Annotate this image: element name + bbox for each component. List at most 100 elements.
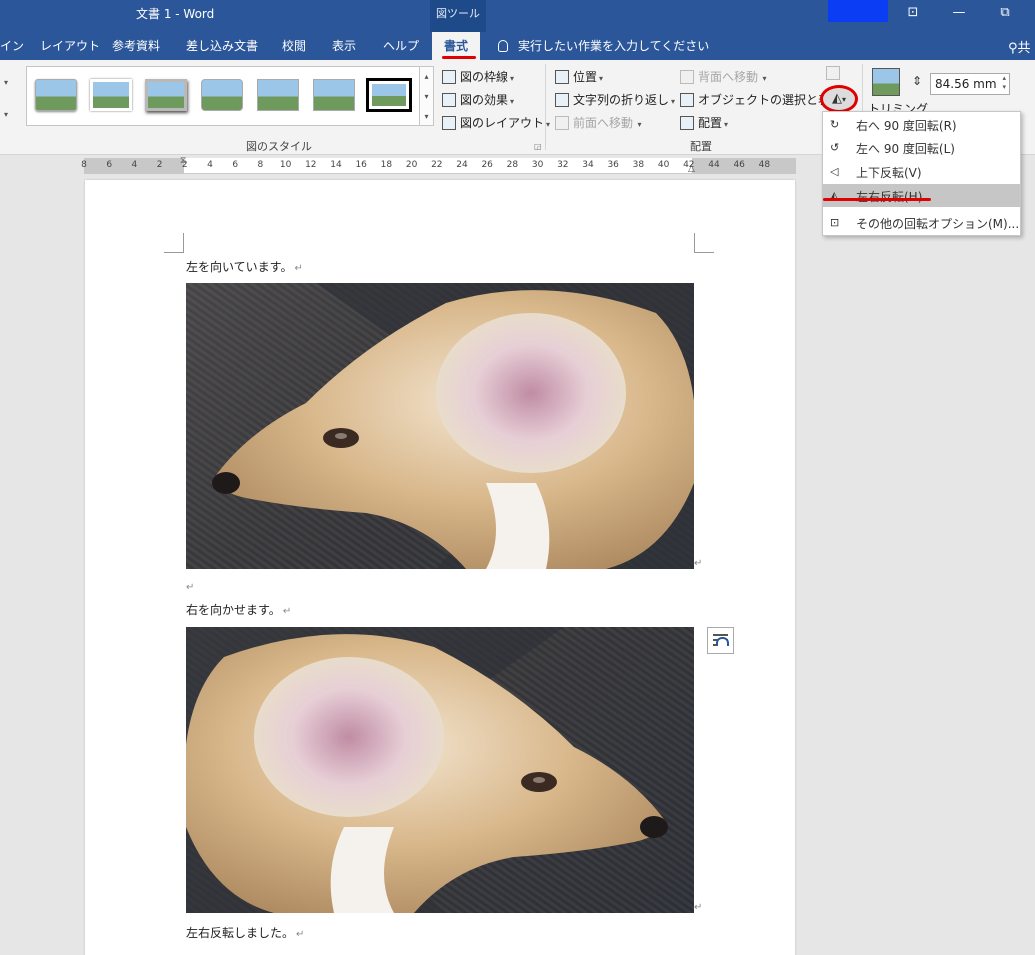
- layout-icon: [442, 116, 456, 130]
- right-indent-marker-icon[interactable]: △: [688, 164, 695, 174]
- tell-me-label: 実行したい作業を入力してください: [518, 39, 710, 53]
- menu-item-more-rotation-options[interactable]: ⊡ その他の回転オプション(M)...: [823, 211, 1020, 234]
- picture-style-thumbnail[interactable]: [35, 79, 77, 111]
- paragraph-left-facing[interactable]: 左を向いています。 ↵: [186, 258, 303, 275]
- tab-layout[interactable]: レイアウト: [40, 37, 100, 54]
- menu-item-label: その他の回転オプション(M)...: [856, 217, 1020, 231]
- title-bar: 文書 1 - Word 図ツール ⊡ — ⧉: [0, 0, 1035, 32]
- ruler-tick-label: 10: [279, 160, 292, 170]
- dog-photo-flipped[interactable]: [186, 627, 694, 913]
- paragraph-mark: ↵: [282, 606, 292, 617]
- ruler-tick-label: 28: [506, 160, 519, 170]
- menu-item-flip-horizontal[interactable]: ◭ 左右反転(H): [823, 184, 1020, 207]
- wrap-text-label: 文字列の折り返し: [573, 93, 670, 107]
- bring-forward-icon: [555, 116, 569, 130]
- ruler-tick-label: 32: [557, 160, 569, 170]
- tab-help[interactable]: ヘルプ: [383, 37, 419, 54]
- ruler-tick-label: 44: [708, 160, 720, 170]
- picture-style-thumbnail[interactable]: [257, 79, 299, 111]
- height-field[interactable]: 84.56 mm ▴ ▾: [930, 73, 1010, 95]
- tab-references[interactable]: 参考資料: [112, 37, 160, 54]
- menu-item-label: 左右反転(H): [856, 190, 923, 204]
- picture-style-thumbnail-selected[interactable]: [366, 78, 412, 112]
- picture-layout-label: 図のレイアウト: [460, 116, 545, 130]
- menu-item-rotate-left-90[interactable]: ↺ 左へ 90 度回転(L): [823, 136, 1020, 159]
- paragraph-text: 左右反転しました。: [186, 926, 295, 940]
- align-button[interactable]: 配置 ▾: [680, 114, 728, 131]
- indent-marker-icon[interactable]: ⧖: [180, 156, 186, 166]
- bring-forward-button[interactable]: 前面へ移動 ▾: [555, 114, 642, 131]
- left-scroll-arrow-icon-2[interactable]: ▾: [4, 110, 8, 119]
- horizontal-ruler[interactable]: 8 6 4 2 2 4 6 8 10 12 14 16 18 20 22 24 26 28 30 32 34 36 38 40…: [81, 156, 796, 174]
- picture-style-thumbnail[interactable]: [313, 79, 355, 111]
- group-objects-button[interactable]: [826, 66, 844, 80]
- ruler-tick-label: 20: [405, 160, 418, 170]
- selection-pane-button[interactable]: オブジェクトの選択と表示: [680, 91, 842, 108]
- picture-effects-button[interactable]: 図の効果 ▾: [442, 91, 514, 108]
- paragraph-mark: ↵: [296, 929, 305, 940]
- document-page[interactable]: 左を向いています。 ↵ ↵ ↵ 右を向かせます。 ↵ ↵ 左右反転しました。 ↵: [85, 180, 795, 955]
- paragraph-text: 左を向いています。: [186, 260, 293, 274]
- picture-style-thumbnail[interactable]: [90, 79, 132, 111]
- picture-style-thumbnail[interactable]: [201, 79, 243, 111]
- bring-forward-label: 前面へ移動: [573, 116, 634, 130]
- picture-tools-context-label: 図ツール: [430, 0, 486, 32]
- user-initial: 共: [1017, 41, 1031, 56]
- minimize-button[interactable]: —: [936, 2, 982, 26]
- left-scroll-arrow-icon[interactable]: ▾: [4, 78, 8, 87]
- tab-mailings[interactable]: 差し込み文書: [186, 37, 258, 54]
- send-backward-label: 背面へ移動: [698, 70, 759, 84]
- ribbon-display-options-button[interactable]: ⊡: [890, 2, 936, 26]
- ruler-tick-label: 38: [632, 160, 645, 170]
- ruler-tick-label: 18: [380, 160, 393, 170]
- paragraph-make-right-facing[interactable]: 右を向かせます。 ↵: [186, 601, 291, 618]
- restore-button[interactable]: ⧉: [982, 2, 1028, 26]
- layout-options-icon[interactable]: [707, 627, 734, 654]
- flip-vertical-icon: ◁: [830, 165, 839, 178]
- crop-icon[interactable]: [872, 68, 900, 96]
- paragraph-mark: ↵: [694, 902, 703, 913]
- flip-horizontal-annotation-underline: [823, 198, 931, 201]
- ruler-tick-label: 36: [607, 160, 619, 170]
- menu-item-rotate-right-90[interactable]: ↻ 右へ 90 度回転(R): [823, 113, 1020, 136]
- ruler-tick-label: 14: [330, 160, 342, 170]
- menu-item-flip-vertical[interactable]: ◁ 上下反転(V): [823, 160, 1020, 183]
- paragraph-flipped-done[interactable]: 左右反転しました。 ↵: [186, 924, 304, 941]
- height-value: 84.56 mm: [935, 77, 997, 91]
- menu-item-label: 右へ 90 度回転(R): [856, 119, 957, 133]
- position-button[interactable]: 位置 ▾: [555, 68, 603, 85]
- ruler-tick-label: 4: [207, 160, 213, 170]
- ruler-tick-label: 6: [106, 160, 113, 170]
- height-icon: ⇕: [912, 74, 923, 88]
- gallery-scroll-buttons[interactable]: ▴ ▾ ▾: [420, 66, 434, 126]
- account-area[interactable]: [828, 0, 888, 22]
- margin-corner-mark: [694, 233, 714, 253]
- tab-view[interactable]: 表示: [332, 37, 356, 54]
- picture-border-label: 図の枠線: [460, 70, 509, 84]
- lightbulb-icon: [498, 40, 508, 52]
- rotate-right-icon: ↻: [830, 118, 840, 131]
- send-backward-button[interactable]: 背面へ移動 ▾: [680, 68, 767, 85]
- tab-design[interactable]: イン: [0, 37, 24, 54]
- ruler-tick-label: 12: [305, 160, 317, 170]
- user-share-icon[interactable]: ⚲共: [1008, 37, 1031, 56]
- document-title: 文書 1 - Word: [136, 7, 215, 21]
- dialog-launcher-icon[interactable]: ◲: [534, 142, 542, 151]
- send-backward-icon: [680, 70, 694, 84]
- tell-me-search[interactable]: 実行したい作業を入力してください: [498, 37, 709, 54]
- picture-border-button[interactable]: 図の枠線 ▾: [442, 68, 514, 85]
- dog-photo-original[interactable]: [186, 283, 694, 569]
- picture-style-thumbnail[interactable]: [145, 79, 187, 111]
- tab-review[interactable]: 校閲: [282, 37, 306, 54]
- paragraph-text: 右を向かせます。: [186, 603, 281, 617]
- wrap-text-button[interactable]: 文字列の折り返し ▾: [555, 91, 675, 108]
- ruler-tick-label: 24: [456, 160, 468, 170]
- align-label: 配置: [698, 116, 723, 130]
- paragraph-mark: ↵: [294, 263, 303, 274]
- ruler-tick-label: 30: [531, 160, 544, 170]
- picture-layout-button[interactable]: 図のレイアウト ▾: [442, 114, 550, 131]
- rotate-left-icon: ↺: [830, 141, 840, 154]
- rotate-button[interactable]: ◭▾: [820, 85, 858, 113]
- ruler-tick-label: 26: [481, 160, 493, 170]
- dog-left-illustration: [212, 283, 694, 569]
